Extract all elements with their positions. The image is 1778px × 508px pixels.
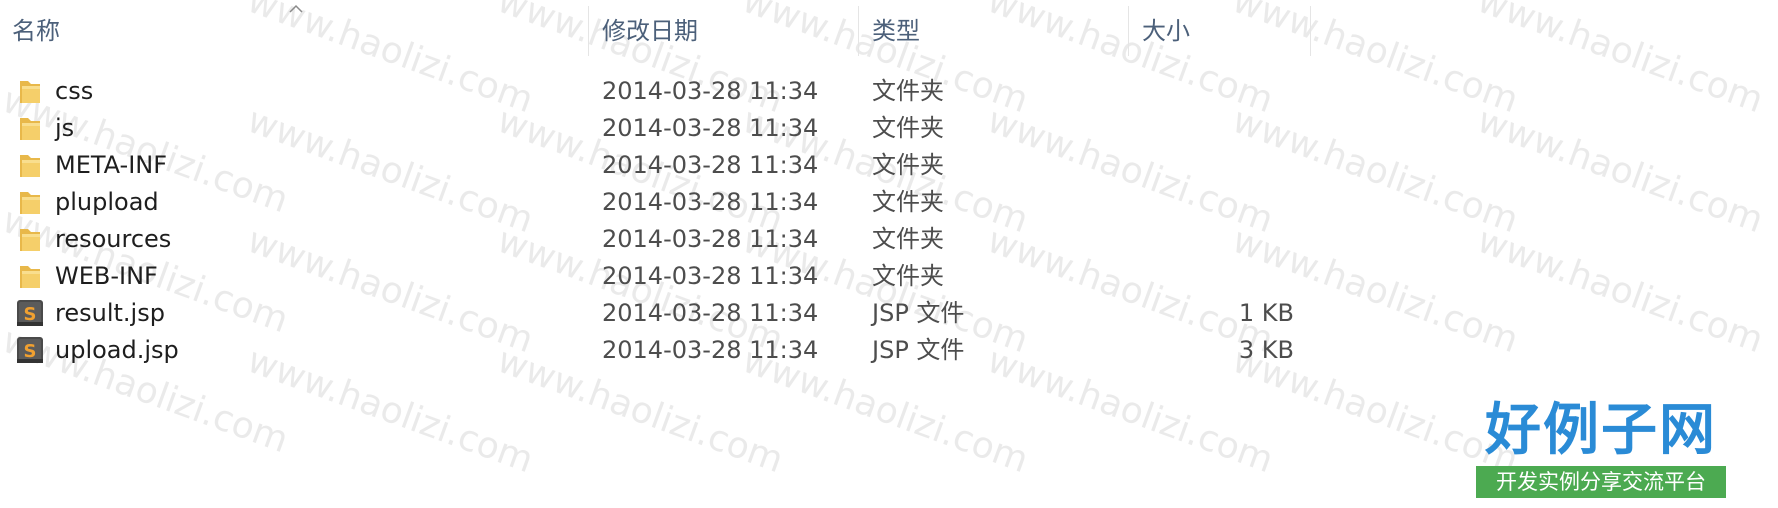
file-type: 文件夹 [872,225,944,253]
file-size: 1 KB [1238,299,1294,327]
file-modified-date: 2014-03-28 11:34 [602,225,819,253]
file-type: JSP 文件 [872,336,965,364]
file-modified-date: 2014-03-28 11:34 [602,336,819,364]
file-modified-date: 2014-03-28 11:34 [602,188,819,216]
folder-icon [14,187,46,217]
file-row[interactable]: Supload.jsp 2014-03-28 11:34 JSP 文件 3 KB [0,329,1778,371]
file-row[interactable]: WEB-INF 2014-03-28 11:34 文件夹 [0,255,1778,297]
file-name: resources [55,225,172,253]
svg-text:S: S [24,304,37,325]
file-type: 文件夹 [872,262,944,290]
jsp-file-icon: S [14,335,46,365]
column-header-bar: 名称 修改日期 类型 大小 [0,0,1778,62]
file-row[interactable]: META-INF 2014-03-28 11:34 文件夹 [0,144,1778,186]
file-type: 文件夹 [872,151,944,179]
file-name: result.jsp [55,299,165,327]
folder-icon [14,261,46,291]
folder-icon [14,113,46,143]
logo-subtitle: 开发实例分享交流平台 [1476,466,1726,498]
file-type: JSP 文件 [872,299,965,327]
folder-icon [14,150,46,180]
column-divider[interactable] [588,6,589,56]
file-modified-date: 2014-03-28 11:34 [602,114,819,142]
file-row[interactable]: resources 2014-03-28 11:34 文件夹 [0,218,1778,260]
column-header-type[interactable]: 类型 [860,0,1128,62]
file-name: upload.jsp [55,336,179,364]
file-name: css [55,77,94,105]
file-size: 3 KB [1238,336,1294,364]
file-modified-date: 2014-03-28 11:34 [602,77,819,105]
column-header-modified[interactable]: 修改日期 [590,0,858,62]
file-modified-date: 2014-03-28 11:34 [602,299,819,327]
file-name: WEB-INF [55,262,158,290]
file-name: plupload [55,188,159,216]
column-divider[interactable] [858,6,859,56]
file-row[interactable]: plupload 2014-03-28 11:34 文件夹 [0,181,1778,223]
column-divider[interactable] [1128,6,1129,56]
file-name: js [55,114,75,142]
file-modified-date: 2014-03-28 11:34 [602,151,819,179]
file-modified-date: 2014-03-28 11:34 [602,262,819,290]
file-type: 文件夹 [872,114,944,142]
logo-title: 好例子网 [1485,398,1717,463]
column-header-name[interactable]: 名称 [0,0,588,62]
svg-text:S: S [24,341,37,362]
jsp-file-icon: S [14,298,46,328]
folder-icon [14,224,46,254]
file-row[interactable]: Sresult.jsp 2014-03-28 11:34 JSP 文件 1 KB [0,292,1778,334]
column-divider[interactable] [1310,6,1311,56]
file-row[interactable]: css 2014-03-28 11:34 文件夹 [0,70,1778,112]
file-type: 文件夹 [872,77,944,105]
column-header-size[interactable]: 大小 [1130,0,1310,62]
site-logo: 好例子网 开发实例分享交流平台 [1474,398,1728,498]
file-row[interactable]: js 2014-03-28 11:34 文件夹 [0,107,1778,149]
file-name: META-INF [55,151,168,179]
file-type: 文件夹 [872,188,944,216]
folder-icon [14,76,46,106]
